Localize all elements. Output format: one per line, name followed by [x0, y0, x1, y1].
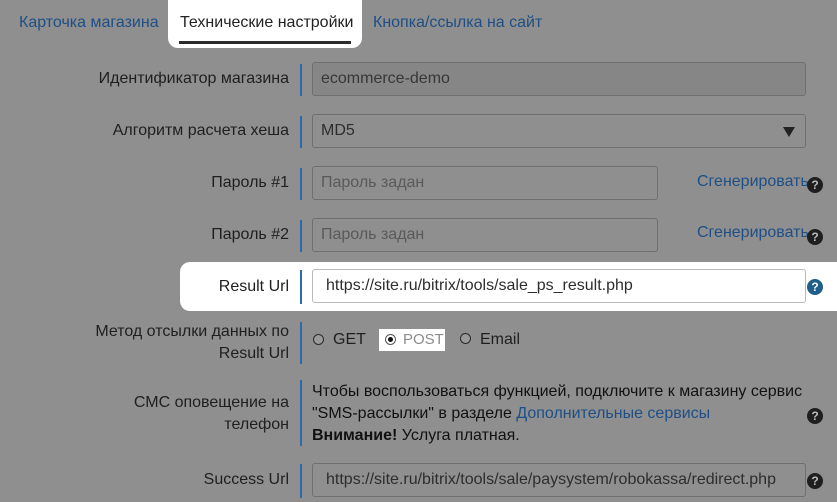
radio-post[interactable] [385, 334, 396, 345]
hash-algo-label: Алгоритм расчета хеша [112, 122, 289, 139]
password2-input[interactable]: Пароль задан [312, 218, 658, 252]
divider [300, 464, 302, 498]
divider [300, 220, 302, 252]
store-id-input[interactable]: ecommerce-demo [312, 62, 806, 96]
success-url-label: Success Url [203, 471, 289, 488]
send-method-label: Метод отсылки данных по Result Url [95, 321, 289, 365]
help-icon[interactable]: ? [807, 177, 823, 193]
success-url-input[interactable]: https://site.ru/bitrix/tools/sale/paysys… [312, 463, 806, 497]
tab-tech-settings[interactable]: Технические настройки [180, 14, 353, 32]
password1-placeholder: Пароль задан [321, 174, 425, 191]
divider [300, 64, 302, 96]
hash-algo-select[interactable]: MD5 [312, 114, 806, 148]
generate-password1-link[interactable]: Сгенерировать [697, 173, 809, 191]
password2-placeholder: Пароль задан [321, 226, 425, 243]
sms-description: Чтобы воспользоваться функцией, подключи… [312, 381, 812, 447]
divider [300, 322, 302, 364]
divider [300, 168, 302, 200]
help-icon[interactable]: ? [807, 473, 823, 489]
tab-store-card[interactable]: Карточка магазина [19, 14, 159, 32]
chevron-down-icon [783, 127, 795, 137]
result-url-input[interactable]: https://site.ru/bitrix/tools/sale_ps_res… [312, 269, 806, 303]
sms-warning-bold: Внимание! [312, 427, 398, 444]
radio-post-label: POST [403, 331, 444, 348]
result-url-value: https://site.ru/bitrix/tools/sale_ps_res… [326, 277, 633, 294]
sms-label: СМС оповещение на телефон [134, 392, 289, 436]
password2-label: Пароль #2 [211, 226, 289, 243]
store-id-label: Идентификатор магазина [98, 70, 289, 87]
divider [300, 116, 302, 148]
help-icon[interactable]: ? [807, 229, 823, 245]
sms-label-line2: телефон [224, 416, 289, 433]
sms-warning-text: Услуга платная. [401, 427, 520, 444]
store-id-value: ecommerce-demo [321, 70, 450, 87]
radio-email-label: Email [480, 331, 521, 348]
tab-button-link[interactable]: Кнопка/ссылка на сайт [373, 14, 542, 32]
password1-label: Пароль #1 [211, 174, 289, 191]
divider [300, 270, 302, 304]
hash-algo-value: MD5 [321, 122, 355, 139]
send-method-label-line1: Метод отсылки данных по [95, 323, 289, 340]
radio-get[interactable] [313, 334, 324, 345]
radio-get-label: GET [333, 331, 366, 348]
send-method-label-line2: Result Url [218, 345, 289, 362]
password1-input[interactable]: Пароль задан [312, 166, 658, 200]
help-icon[interactable]: ? [807, 408, 823, 424]
additional-services-link[interactable]: Дополнительные сервисы [516, 405, 710, 422]
divider [300, 380, 302, 446]
success-url-value: https://site.ru/bitrix/tools/sale/paysys… [326, 471, 776, 488]
result-url-label: Result Url [218, 278, 289, 295]
radio-email[interactable] [460, 333, 471, 344]
generate-password2-link[interactable]: Сгенерировать [697, 224, 809, 242]
active-tab-underline [179, 41, 351, 44]
help-icon[interactable]: ? [807, 279, 823, 295]
sms-label-line1: СМС оповещение на [133, 394, 289, 411]
